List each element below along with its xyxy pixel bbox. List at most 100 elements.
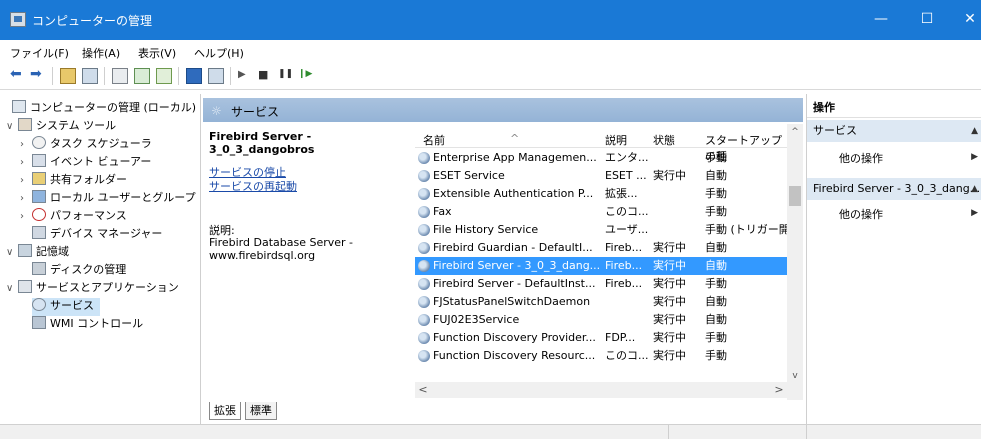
up-folder-icon[interactable]: [60, 68, 76, 84]
toolbar-separator: [230, 67, 231, 85]
more-actions-selected-service[interactable]: 他の操作: [839, 206, 883, 222]
scroll-right-icon[interactable]: >: [771, 382, 787, 398]
close-button[interactable]: ✕: [955, 8, 981, 32]
chevron-right-icon[interactable]: ›: [20, 173, 32, 189]
shared-folder-icon: [32, 172, 46, 185]
service-row[interactable]: ESET Service ESET ... 実行中 自動: [415, 167, 787, 185]
event-viewer-icon: [32, 154, 46, 167]
tree-node-device-manager[interactable]: デバイス マネージャー: [32, 226, 162, 244]
service-status: 実行中: [653, 169, 686, 182]
scroll-down-icon[interactable]: v: [787, 368, 803, 384]
chevron-right-icon[interactable]: ›: [20, 209, 32, 225]
tree-node-event-viewer[interactable]: › イベント ビューアー: [20, 154, 151, 172]
service-startup-type: 手動: [705, 151, 727, 164]
toolbar-separator: [104, 67, 105, 85]
minimize-button[interactable]: —: [866, 8, 896, 32]
service-name: FUJ02E3Service: [433, 313, 520, 326]
refresh-icon[interactable]: [134, 68, 150, 84]
tree-node-performance[interactable]: › パフォーマンス: [20, 208, 127, 226]
service-row[interactable]: Firebird Server - DefaultInst... Fireb...…: [415, 275, 787, 293]
chevron-down-icon[interactable]: ∨: [6, 281, 18, 297]
status-divider: [668, 425, 669, 439]
menu-view[interactable]: 表示(V): [138, 45, 176, 61]
chevron-right-icon[interactable]: ›: [20, 155, 32, 171]
tree-node-services[interactable]: サービス: [32, 298, 100, 316]
column-header-status[interactable]: 状態: [653, 132, 675, 148]
service-row[interactable]: FUJ02E3Service 実行中 自動: [415, 311, 787, 329]
service-name: File History Service: [433, 223, 539, 236]
chevron-right-icon[interactable]: ›: [20, 191, 32, 207]
services-list-header: ^ 名前 説明 状態 スタートアップの種: [415, 124, 787, 163]
scroll-up-icon[interactable]: ^: [787, 124, 803, 140]
tree-node-storage[interactable]: ∨ 記憶域: [6, 244, 69, 262]
start-service-icon[interactable]: ▶: [238, 69, 254, 85]
status-bar: [0, 424, 981, 439]
tree-node-system-tools[interactable]: ∨ システム ツール: [6, 118, 116, 136]
tree-node-computer-management[interactable]: コンピューターの管理 (ローカル): [12, 100, 196, 118]
restart-service-link[interactable]: サービスの再起動: [209, 178, 297, 194]
stop-service-icon[interactable]: ■: [258, 68, 274, 84]
service-gear-icon: [418, 314, 430, 326]
service-row[interactable]: Firebird Guardian - DefaultI... Fireb... 実…: [415, 239, 787, 257]
chevron-down-icon[interactable]: ∨: [6, 119, 18, 135]
scroll-left-icon[interactable]: <: [415, 382, 431, 398]
service-row[interactable]: FJStatusPanelSwitchDaemon 実行中 自動: [415, 293, 787, 311]
tab-standard[interactable]: 標準: [245, 402, 277, 420]
column-header-name[interactable]: 名前: [423, 132, 445, 148]
horizontal-scrollbar[interactable]: < >: [415, 382, 787, 398]
collapse-icon[interactable]: ▲: [971, 178, 978, 200]
view-icon[interactable]: [208, 68, 224, 84]
maximize-button[interactable]: ☐: [912, 8, 942, 32]
service-gear-icon: [418, 260, 430, 272]
export-icon[interactable]: [156, 68, 172, 84]
actions-section-selected-service[interactable]: Firebird Server - 3_0_3_dang... ▲: [807, 178, 981, 200]
chevron-right-icon[interactable]: ›: [20, 137, 32, 153]
service-name: Fax: [433, 205, 452, 218]
more-actions-services[interactable]: 他の操作: [839, 150, 883, 166]
service-gear-icon: [418, 152, 430, 164]
service-name: Function Discovery Resourc...: [433, 349, 596, 362]
service-description: Fireb...: [605, 241, 643, 254]
menu-action[interactable]: 操作(A): [82, 45, 120, 61]
service-row[interactable]: Function Discovery Provider... FDP... 実行中 手…: [415, 329, 787, 347]
collapse-icon[interactable]: ▲: [971, 120, 978, 142]
actions-section-services[interactable]: サービス ▲: [807, 120, 981, 142]
forward-icon[interactable]: ➡: [30, 66, 46, 82]
service-row[interactable]: Firebird Server - 3_0_3_dang... Fireb... 実…: [415, 257, 787, 275]
restart-service-icon[interactable]: ❙▶: [298, 69, 314, 85]
menu-help[interactable]: ヘルプ(H): [194, 45, 244, 61]
tree-node-local-users-groups[interactable]: › ローカル ユーザーとグループ: [20, 190, 196, 208]
help-icon[interactable]: [186, 68, 202, 84]
show-hide-tree-icon[interactable]: [82, 68, 98, 84]
service-startup-type: 自動: [705, 313, 727, 326]
tree-node-services-applications[interactable]: ∨ サービスとアプリケーション: [6, 280, 179, 298]
service-row[interactable]: Function Discovery Resourc... このコ... 実行中 手動: [415, 347, 787, 365]
properties-icon[interactable]: [112, 68, 128, 84]
pause-service-icon[interactable]: ❚❚: [278, 69, 294, 85]
toolbar: ⬅ ➡ ▶ ■ ❚❚ ❙▶: [0, 62, 981, 90]
service-description: ESET ...: [605, 169, 647, 182]
service-row[interactable]: File History Service ユーザ... 手動 (トリガー開: [415, 221, 787, 239]
tree-node-wmi-control[interactable]: WMI コントロール: [32, 316, 143, 334]
service-row[interactable]: Extensible Authentication P... 拡張... 手動: [415, 185, 787, 203]
service-description: FDP...: [605, 331, 636, 344]
menu-bar: ファイル(F) 操作(A) 表示(V) ヘルプ(H): [0, 40, 981, 62]
back-icon[interactable]: ⬅: [10, 66, 26, 82]
menu-file[interactable]: ファイル(F): [10, 45, 69, 61]
column-header-description[interactable]: 説明: [605, 132, 627, 148]
tree-node-disk-management[interactable]: ディスクの管理: [32, 262, 126, 280]
chevron-down-icon[interactable]: ∨: [6, 245, 18, 261]
service-startup-type: 手動 (トリガー開: [705, 223, 787, 236]
service-description: Fireb...: [605, 277, 643, 290]
service-row[interactable]: Enterprise App Managemen... エンタ... 手動: [415, 149, 787, 167]
service-gear-icon: [418, 170, 430, 182]
tab-extended[interactable]: 拡張: [209, 402, 241, 420]
vertical-scrollbar[interactable]: ^ v: [787, 124, 803, 400]
service-row[interactable]: Fax このコ... 手動: [415, 203, 787, 221]
service-name: Firebird Guardian - DefaultI...: [433, 241, 593, 254]
tree-node-shared-folders[interactable]: › 共有フォルダー: [20, 172, 127, 190]
tree-node-task-scheduler[interactable]: › タスク スケジューラ: [20, 136, 152, 154]
storage-icon: [18, 244, 32, 257]
service-startup-type: 自動: [705, 241, 727, 254]
scroll-thumb[interactable]: [789, 186, 801, 206]
